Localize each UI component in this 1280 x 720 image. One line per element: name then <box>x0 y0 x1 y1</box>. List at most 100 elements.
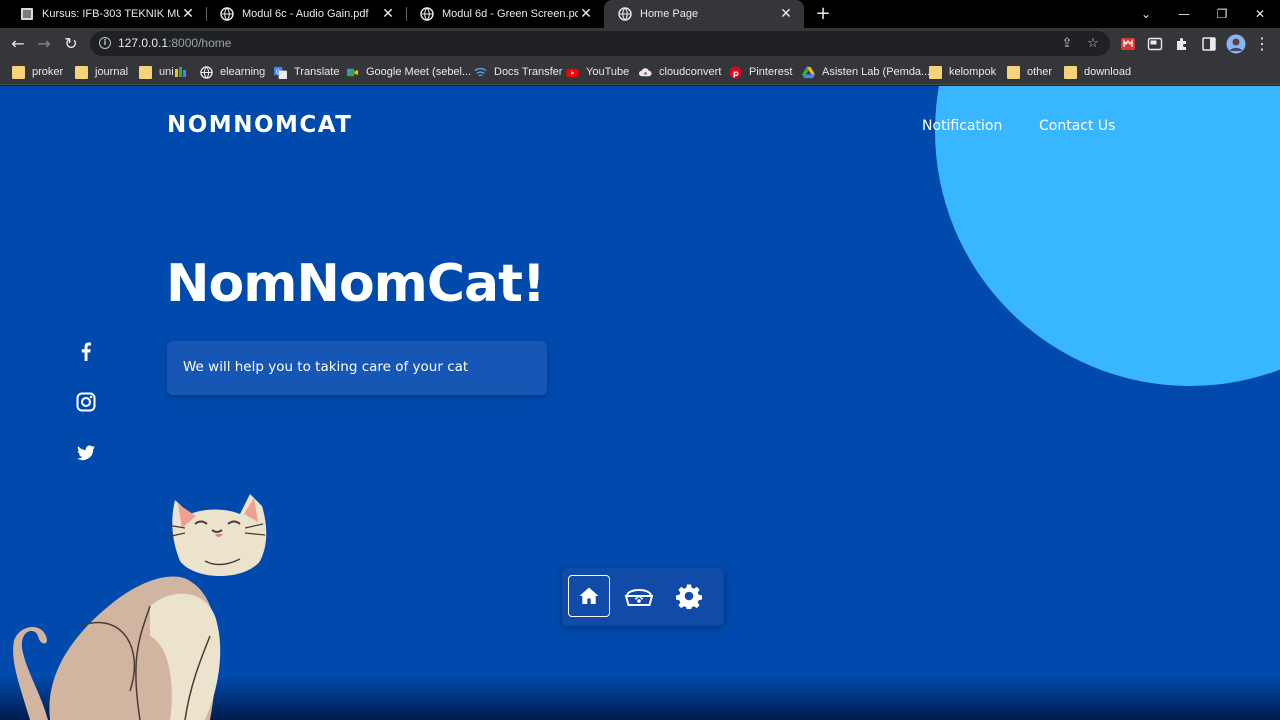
site-info-icon[interactable]: i <box>99 37 111 49</box>
cat-illustration <box>13 494 267 720</box>
bookmark-label: Google Meet (sebel... <box>366 66 472 78</box>
bookmark-item[interactable]: Docs Transfer <box>474 64 562 80</box>
bookmark-item[interactable]: kelompok <box>929 64 996 80</box>
bookmark-item[interactable]: journal <box>75 64 128 80</box>
bookmark-item[interactable]: p Pinterest <box>729 64 792 80</box>
bookmark-label: journal <box>95 66 129 78</box>
globe-icon <box>420 7 434 21</box>
tab-title: Kursus: IFB-303 TEKNIK MULTIMEDIA <box>42 8 180 20</box>
bookmark-item[interactable]: Google Meet (sebel... <box>346 64 471 80</box>
globe-icon <box>618 7 632 21</box>
folder-icon <box>1064 65 1077 79</box>
close-icon[interactable]: ✕ <box>778 6 794 22</box>
bookmark-label: Pinterest <box>749 66 793 78</box>
reload-icon[interactable]: ↻ <box>59 32 83 56</box>
folder-icon <box>75 65 88 79</box>
side-panel-icon[interactable] <box>1201 36 1217 52</box>
wifi-icon <box>474 67 487 76</box>
close-window-button[interactable]: ✕ <box>1240 0 1280 28</box>
uni-logo-icon <box>174 67 186 77</box>
youtube-icon <box>566 68 579 77</box>
pinterest-icon: p <box>729 65 742 79</box>
bookmark-item[interactable]: proker <box>12 64 63 80</box>
tab-search-chevron-icon[interactable]: ⌄ <box>1126 0 1166 28</box>
nav-link-contact-us[interactable]: Contact Us <box>1039 118 1115 134</box>
tab-green-screen[interactable]: Modul 6d - Green Screen.pdf ✕ <box>406 0 604 28</box>
maximize-button[interactable]: ❐ <box>1202 0 1242 28</box>
folder-icon <box>12 65 25 79</box>
facebook-icon[interactable] <box>75 340 97 362</box>
tab-strip: Kursus: IFB-303 TEKNIK MULTIMEDIA ✕ Modu… <box>0 0 1280 28</box>
bookmark-item[interactable]: YouTube <box>566 64 629 80</box>
bookmark-item[interactable]: elearning <box>200 64 265 80</box>
nav-settings-button[interactable] <box>668 575 710 617</box>
tagline-card: We will help you to taking care of your … <box>167 341 547 395</box>
browser-menu-icon[interactable]: ⋮ <box>1250 32 1274 56</box>
bookmark-label: Docs Transfer <box>494 66 563 78</box>
globe-icon <box>200 65 213 79</box>
svg-text:G: G <box>276 69 280 75</box>
folder-icon <box>139 65 152 79</box>
extension-mega-icon[interactable] <box>1120 36 1136 52</box>
minimize-button[interactable]: — <box>1164 0 1204 28</box>
svg-text:p: p <box>733 67 739 77</box>
bookmark-item[interactable]: download <box>1064 64 1131 80</box>
close-icon[interactable]: ✕ <box>578 6 594 22</box>
twitter-icon[interactable] <box>75 442 97 464</box>
close-icon[interactable]: ✕ <box>180 6 196 22</box>
globe-icon <box>220 7 234 21</box>
folder-icon <box>929 65 942 79</box>
address-bar[interactable]: i 127.0.0.1:8000/home ⇪ ☆ <box>90 31 1110 56</box>
bookmark-label: Translate <box>294 66 340 78</box>
bookmark-star-icon[interactable]: ☆ <box>1084 35 1102 53</box>
bookmark-item[interactable]: uni <box>139 64 187 80</box>
translate-icon: G <box>274 66 287 79</box>
bookmark-item[interactable]: G Translate <box>274 64 339 80</box>
folder-icon <box>1007 65 1020 79</box>
page-viewport: NOMNOMCAT Notification Contact Us NomNom… <box>0 86 1280 720</box>
bookmark-label: Asisten Lab (Pemda... <box>822 66 931 78</box>
bookmark-label: cloudconvert <box>659 66 722 78</box>
tab-audio-gain[interactable]: Modul 6c - Audio Gain.pdf ✕ <box>206 0 406 28</box>
tab-title: Modul 6d - Green Screen.pdf <box>442 8 578 20</box>
new-tab-button[interactable]: + <box>812 3 834 25</box>
picture-in-picture-icon[interactable] <box>1147 36 1163 52</box>
bookmark-item[interactable]: cloudconvert <box>639 64 721 80</box>
share-icon[interactable]: ⇪ <box>1058 35 1076 53</box>
nav-home-button[interactable] <box>568 575 610 617</box>
nav-link-notification[interactable]: Notification <box>922 118 1002 134</box>
bookmark-label: elearning <box>220 66 266 78</box>
back-arrow-icon[interactable]: ← <box>6 32 30 56</box>
browser-toolbar: ← → ↻ i 127.0.0.1:8000/home ⇪ ☆ ⋮ <box>0 28 1280 59</box>
home-icon <box>579 587 599 604</box>
bookmark-label: uni <box>159 66 174 78</box>
bookmark-label: kelompok <box>949 66 997 78</box>
cat-bowl-icon <box>624 589 654 606</box>
settings-gear-icon <box>676 584 702 609</box>
forward-arrow-icon[interactable]: → <box>32 32 56 56</box>
tab-title: Home Page <box>640 8 699 20</box>
tab-title: Modul 6c - Audio Gain.pdf <box>242 8 369 20</box>
site-logo[interactable]: NOMNOMCAT <box>167 112 352 138</box>
bookmark-label: proker <box>32 66 64 78</box>
meet-icon <box>346 68 359 76</box>
tab-home-page[interactable]: Home Page ✕ <box>604 0 804 28</box>
bookmark-label: download <box>1084 66 1132 78</box>
bookmarks-bar: proker journal uni elearning G Translate … <box>0 59 1280 85</box>
moodle-icon <box>21 8 33 20</box>
bookmark-label: other <box>1027 66 1053 78</box>
profile-avatar-icon[interactable] <box>1226 34 1246 54</box>
close-icon[interactable]: ✕ <box>380 6 396 22</box>
bookmark-item[interactable]: other <box>1007 64 1052 80</box>
url-path: :8000/home <box>168 36 232 50</box>
bookmark-item[interactable]: Asisten Lab (Pemda... <box>802 64 930 80</box>
url-text[interactable]: 127.0.0.1:8000/home <box>118 36 231 50</box>
extensions-puzzle-icon[interactable] <box>1174 36 1190 52</box>
tab-kursus[interactable]: Kursus: IFB-303 TEKNIK MULTIMEDIA ✕ <box>6 0 206 28</box>
bookmark-label: YouTube <box>586 66 630 78</box>
instagram-icon[interactable] <box>75 391 97 413</box>
cloud-icon <box>639 67 652 76</box>
bottom-navigation <box>562 568 724 626</box>
nav-food-button[interactable] <box>618 575 660 617</box>
hero-title: NomNomCat! <box>166 254 546 314</box>
